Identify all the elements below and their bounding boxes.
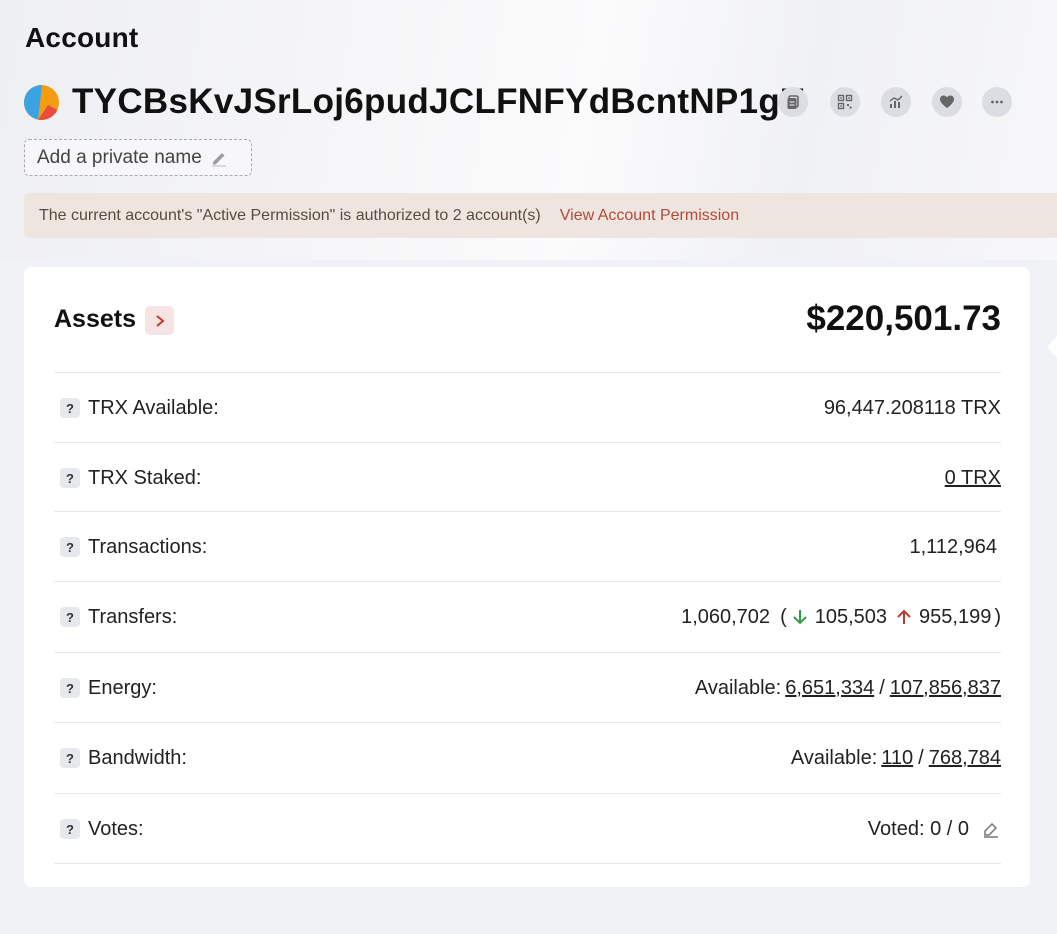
qr-code-icon[interactable] — [830, 87, 860, 117]
help-icon[interactable]: ? — [60, 398, 80, 418]
trx-staked-label: TRX Staked: — [88, 466, 202, 489]
votes-label: Votes: — [88, 817, 144, 840]
transfers-total: 1,060,702 — [681, 605, 771, 628]
assets-title: Assets — [54, 305, 136, 333]
transactions-value: 1,112,964 — [909, 535, 998, 558]
arrow-down-icon — [793, 610, 807, 625]
private-name-field[interactable]: Add a private name — [24, 139, 252, 176]
row-transactions: ? Transactions: 1,112,964 — [54, 511, 1001, 582]
account-avatar — [24, 84, 59, 120]
energy-total-link[interactable]: 107,856,837 — [890, 677, 1001, 700]
assets-total-value: $220,501.73 — [806, 299, 1001, 338]
more-icon[interactable] — [982, 87, 1012, 117]
help-icon[interactable]: ? — [60, 607, 80, 627]
help-icon[interactable]: ? — [60, 678, 80, 698]
side-collapse-handle[interactable] — [1041, 332, 1057, 362]
trx-available-value: 96,447.208118 TRX — [823, 396, 1001, 419]
row-bandwidth: ? Bandwidth: Available: 110 / 768,784 — [54, 722, 1001, 793]
close-paren: ) — [994, 605, 1001, 628]
open-paren: ( — [780, 605, 787, 628]
slash: / — [879, 676, 885, 699]
page-title: Account — [25, 22, 139, 53]
row-trx-available: ? TRX Available: 96,447.208118 TRX — [54, 372, 1001, 443]
help-icon[interactable]: ? — [60, 748, 80, 768]
energy-value: Available: 6,651,334 / 107,856,837 — [695, 677, 1001, 700]
pencil-icon[interactable] — [210, 149, 228, 167]
bandwidth-total-link[interactable]: 768,784 — [929, 747, 1001, 770]
view-account-permission-link[interactable]: View Account Permission — [560, 207, 739, 225]
row-votes: ? Votes: Voted: 0 / 0 — [54, 793, 1001, 864]
permission-notice-text: The current account's "Active Permission… — [39, 206, 541, 224]
account-address[interactable]: TYCBsKvJSrLoj6pudJCLFNFYdBcntNP1gU — [72, 82, 806, 122]
arrow-up-icon — [897, 609, 911, 624]
votes-value: Voted: 0 / 0 — [868, 818, 1001, 841]
bandwidth-prefix: Available: — [790, 746, 878, 769]
help-icon[interactable]: ? — [60, 537, 80, 557]
energy-prefix: Available: — [694, 676, 782, 699]
energy-available-link[interactable]: 6,651,334 — [785, 677, 874, 700]
bandwidth-available-link[interactable]: 110 — [881, 747, 913, 770]
bandwidth-value: Available: 110 / 768,784 — [791, 747, 1001, 770]
assets-expand-button[interactable] — [145, 306, 174, 335]
transactions-label: Transactions: — [88, 535, 208, 558]
chevron-right-icon — [155, 314, 165, 327]
help-icon[interactable]: ? — [60, 468, 80, 488]
energy-label: Energy: — [88, 676, 157, 699]
help-icon[interactable]: ? — [60, 819, 80, 839]
analytics-icon[interactable] — [881, 87, 911, 117]
slash: / — [918, 746, 924, 769]
transfers-incoming: 105,503 — [814, 605, 888, 628]
private-name-placeholder: Add a private name — [37, 146, 202, 168]
bandwidth-label: Bandwidth: — [88, 746, 187, 769]
copy-icon[interactable] — [778, 87, 808, 117]
row-divider-bottom — [54, 863, 1001, 934]
transfers-label: Transfers: — [88, 605, 178, 628]
transfers-outgoing: 955,199 — [919, 605, 992, 628]
row-trx-staked: ? TRX Staked: 0 TRX — [54, 442, 1001, 513]
account-address-row: TYCBsKvJSrLoj6pudJCLFNFYdBcntNP1gU — [24, 82, 806, 122]
trx-available-label: TRX Available: — [88, 396, 219, 419]
vote-edit-icon[interactable] — [981, 819, 1001, 839]
assets-card: Assets $220,501.73 ? TRX Available: 96,4… — [24, 267, 1030, 887]
permission-notice: The current account's "Active Permission… — [24, 193, 1057, 238]
votes-text: Voted: 0 / 0 — [867, 817, 969, 840]
heart-icon[interactable] — [932, 87, 962, 117]
trx-staked-value-link[interactable]: 0 TRX — [945, 467, 1001, 490]
row-energy: ? Energy: Available: 6,651,334 / 107,856… — [54, 652, 1001, 723]
row-transfers: ? Transfers: 1,060,702 ( 105,503 955,199… — [54, 581, 1001, 652]
transfers-value: 1,060,702 ( 105,503 955,199 ) — [681, 606, 1001, 629]
